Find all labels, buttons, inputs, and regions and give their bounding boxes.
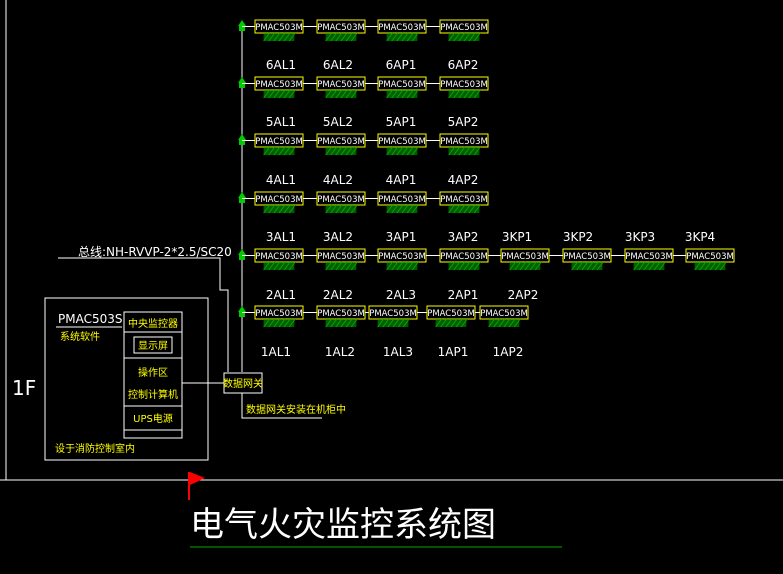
device-2-1-model: PMAC503M — [317, 137, 365, 147]
device-label-5AL1: 5AL1 — [266, 115, 296, 129]
device-label-6AP2: 6AP2 — [448, 58, 479, 72]
device-label-3KP4: 3KP4 — [685, 230, 715, 244]
device-label-3AP1: 3AP1 — [386, 230, 417, 244]
terminal-icon — [238, 192, 246, 198]
device-label-4AL1: 4AL1 — [266, 173, 296, 187]
gateway-label: 数据网关 — [223, 377, 263, 390]
display-screen-label: 显示屏 — [138, 340, 168, 352]
device-label-1AL2: 1AL2 — [325, 345, 355, 359]
control-computer-label: 控制计算机 — [128, 388, 178, 401]
device-label-2AL2: 2AL2 — [323, 288, 353, 302]
device-4-6-model: PMAC503M — [625, 252, 673, 262]
device-1-3-model: PMAC503M — [440, 80, 488, 90]
terminal-icon — [238, 249, 246, 255]
device-label-1AP1: 1AP1 — [438, 345, 469, 359]
device-label-4AP1: 4AP1 — [386, 173, 417, 187]
device-3-3-model: PMAC503M — [440, 195, 488, 205]
device-5-3-model: PMAC503M — [427, 309, 475, 319]
device-label-1AP2: 1AP2 — [493, 345, 524, 359]
device-label-3AL2: 3AL2 — [323, 230, 353, 244]
device-1-2-model: PMAC503M — [378, 80, 426, 90]
device-label-4AL2: 4AL2 — [323, 173, 353, 187]
device-label-2AP1: 2AP1 — [448, 288, 479, 302]
control-panel: PMAC503S 系统软件 中央监控器 显示屏 操作区 控制计算机 UPS电源 … — [44, 297, 209, 461]
device-label-1AL3: 1AL3 — [383, 345, 413, 359]
device-0-3-model: PMAC503M — [440, 23, 488, 33]
fire-monitoring-diagram: 1F 总线:NH-RVVP-2*2.5/SC20 PMAC503S 系统软件 中… — [0, 0, 783, 548]
device-3-2-model: PMAC503M — [378, 195, 426, 205]
floor-label: 1F — [12, 376, 36, 400]
device-1-1-model: PMAC503M — [317, 80, 365, 90]
software-subtitle: 系统软件 — [60, 330, 100, 343]
device-4-4-model: PMAC503M — [501, 252, 549, 262]
drawing-canvas: 1F 总线:NH-RVVP-2*2.5/SC20 PMAC503S 系统软件 中… — [0, 0, 783, 574]
device-5-2-model: PMAC503M — [369, 309, 417, 319]
device-2-2-model: PMAC503M — [378, 137, 426, 147]
device-5-4-model: PMAC503M — [480, 309, 528, 319]
device-label-3KP3: 3KP3 — [625, 230, 655, 244]
device-label-6AL2: 6AL2 — [323, 58, 353, 72]
device-4-7-model: PMAC503M — [686, 252, 734, 262]
device-label-2AP2: 2AP2 — [508, 288, 539, 302]
device-label-3AP2: 3AP2 — [448, 230, 479, 244]
terminal-icon — [238, 134, 246, 140]
terminal-icon — [238, 306, 246, 312]
device-2-0-model: PMAC503M — [255, 137, 303, 147]
device-label-3KP1: 3KP1 — [502, 230, 532, 244]
central-monitor-label: 中央监控器 — [128, 317, 178, 330]
ups-power-label: UPS电源 — [133, 412, 173, 425]
device-4-1-model: PMAC503M — [317, 252, 365, 262]
device-label-6AL1: 6AL1 — [266, 58, 296, 72]
device-label-4AP2: 4AP2 — [448, 173, 479, 187]
device-4-5-model: PMAC503M — [563, 252, 611, 262]
operation-area-label: 操作区 — [138, 366, 168, 379]
device-label-2AL3: 2AL3 — [386, 288, 416, 302]
device-0-2-model: PMAC503M — [378, 23, 426, 33]
device-0-1-model: PMAC503M — [317, 23, 365, 33]
terminal-icon — [238, 20, 246, 26]
drawing-title: 电气火灾监控系统图 — [190, 505, 496, 545]
device-label-5AP2: 5AP2 — [448, 115, 479, 129]
device-0-0-model: PMAC503M — [255, 23, 303, 33]
terminal-icon — [238, 77, 246, 83]
device-3-1-model: PMAC503M — [317, 195, 365, 205]
device-rows: PMAC503M PMAC503M PMAC503M PMAC503M 6AL1 6AL2… — [238, 19, 735, 359]
device-4-2-model: PMAC503M — [378, 252, 426, 262]
device-label-5AP1: 5AP1 — [386, 115, 417, 129]
device-5-0-model: PMAC503M — [255, 309, 303, 319]
device-3-0-model: PMAC503M — [255, 195, 303, 205]
device-label-6AP1: 6AP1 — [386, 58, 417, 72]
gateway-note: 数据网关安装在机柜中 — [246, 403, 346, 416]
device-label-3KP2: 3KP2 — [563, 230, 593, 244]
bus-cable-label: 总线:NH-RVVP-2*2.5/SC20 — [78, 245, 232, 259]
device-4-0-model: PMAC503M — [255, 252, 303, 262]
device-label-5AL2: 5AL2 — [323, 115, 353, 129]
device-2-3-model: PMAC503M — [440, 137, 488, 147]
device-5-1-model: PMAC503M — [317, 309, 365, 319]
software-title: PMAC503S — [58, 312, 123, 326]
device-1-0-model: PMAC503M — [255, 80, 303, 90]
control-room-note: 设于消防控制室内 — [55, 442, 135, 455]
title-flag-icon — [188, 472, 205, 500]
device-label-3AL1: 3AL1 — [266, 230, 296, 244]
device-label-2AL1: 2AL1 — [266, 288, 296, 302]
device-label-1AL1: 1AL1 — [261, 345, 291, 359]
device-4-3-model: PMAC503M — [440, 252, 488, 262]
